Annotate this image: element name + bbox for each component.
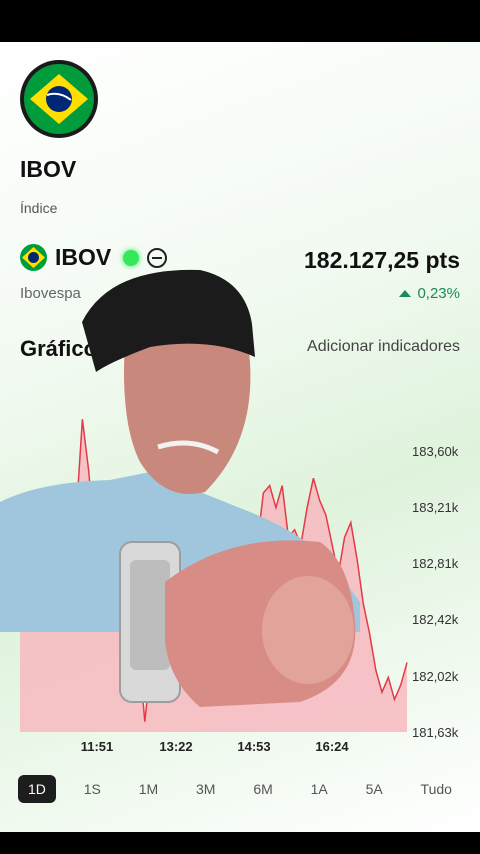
y-tick-label: 183,21k — [412, 500, 459, 515]
chart-area — [20, 419, 407, 732]
x-tick-label: 16:24 — [315, 739, 349, 754]
period-3m[interactable]: 3M — [186, 775, 225, 803]
stock-detail-screen: IBOV Índice IBOV 182.127,25 pts Ibovespa… — [0, 42, 480, 832]
period-1m[interactable]: 1M — [129, 775, 168, 803]
x-tick-label: 11:51 — [81, 739, 114, 754]
period-6m[interactable]: 6M — [243, 775, 282, 803]
period-1s[interactable]: 1S — [74, 775, 111, 803]
period-5a[interactable]: 5A — [356, 775, 393, 803]
period-tudo[interactable]: Tudo — [411, 775, 462, 803]
y-tick-label: 182,81k — [412, 556, 459, 571]
x-tick-label: 14:53 — [237, 739, 270, 754]
x-tick-label: 13:22 — [159, 739, 192, 754]
y-tick-label: 182,02k — [412, 669, 459, 684]
period-selector: 1D 1S 1M 3M 6M 1A 5A Tudo — [18, 774, 462, 804]
y-tick-label: 182,42k — [412, 612, 459, 627]
price-chart[interactable]: 183,60k 183,21k 182,81k 182,42k 182,02k 181,6… — [0, 42, 480, 832]
y-tick-label: 183,60k — [412, 444, 459, 459]
period-1a[interactable]: 1A — [301, 775, 338, 803]
y-tick-label: 181,63k — [412, 725, 459, 740]
period-1d[interactable]: 1D — [18, 775, 56, 803]
